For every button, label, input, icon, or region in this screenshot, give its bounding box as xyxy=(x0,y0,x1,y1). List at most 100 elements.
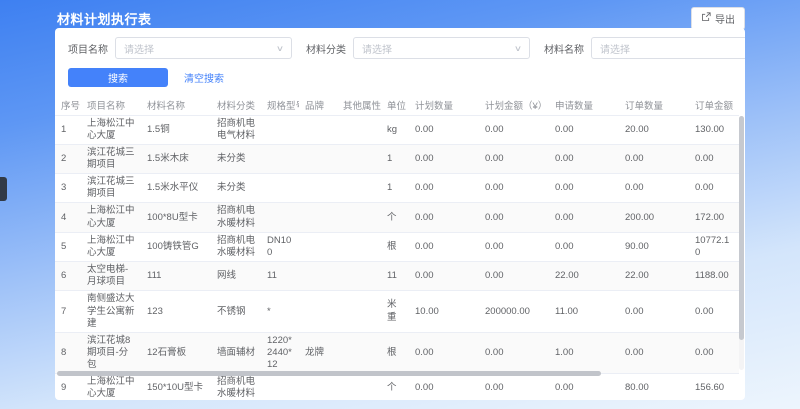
page-title: 材料计划执行表 xyxy=(57,9,152,28)
chevron-down-icon: ∨ xyxy=(276,44,284,53)
cell-apply-qty: 11.00 xyxy=(549,291,619,332)
cell-order-amount: 0.00 xyxy=(689,332,739,373)
cell-index: 2 xyxy=(55,144,81,173)
table-row[interactable]: 4上海松江中心大厦100*8U型卡招商机电 水暖材料个0.000.000.002… xyxy=(55,203,739,232)
vertical-scrollbar-thumb[interactable] xyxy=(739,116,744,340)
cell-material: 150*10U型卡 xyxy=(141,374,211,400)
clear-search-link[interactable]: 清空搜索 xyxy=(184,70,224,85)
cell-plan-amount: 0.00 xyxy=(479,115,549,144)
material-category-label: 材料分类 xyxy=(306,41,346,56)
cell-spec: DN100 xyxy=(261,232,299,261)
materials-table: 序号项目名称材料名称材料分类规格型号品牌其他属性单位计划数量计划金额（¥）申请数… xyxy=(55,95,739,400)
cell-brand: 龙牌 xyxy=(299,332,337,373)
content-card: 项目名称 请选择 ∨ 材料分类 请选择 ∨ 材料名称 请选择 ∨ xyxy=(55,28,745,400)
material-name-placeholder: 请选择 xyxy=(600,41,630,56)
cell-spec xyxy=(261,144,299,173)
table-row[interactable]: 6太空电梯-月球项目111网线11110.000.0022.0022.00118… xyxy=(55,262,739,291)
table-row[interactable]: 1上海松江中心大厦1.5铜招商机电 电气材料kg0.000.000.0020.0… xyxy=(55,115,739,144)
cell-brand xyxy=(299,144,337,173)
export-icon xyxy=(701,12,711,25)
vertical-scrollbar[interactable] xyxy=(739,116,744,370)
cell-material: 123 xyxy=(141,291,211,332)
table-row[interactable]: 9上海松江中心大厦150*10U型卡招商机电 水暖材料个0.000.000.00… xyxy=(55,374,739,400)
collapsed-sidebar-handle[interactable] xyxy=(0,177,7,201)
column-header-unit: 单位 xyxy=(381,95,409,115)
cell-order-qty: 0.00 xyxy=(619,174,689,203)
cell-order-amount: 156.60 xyxy=(689,374,739,400)
material-category-placeholder: 请选择 xyxy=(362,41,392,56)
cell-order-amount: 172.00 xyxy=(689,203,739,232)
cell-plan-qty: 0.00 xyxy=(409,174,479,203)
cell-plan-amount: 0.00 xyxy=(479,262,549,291)
column-header-order-amount: 订单金额（¥） xyxy=(689,95,739,115)
cell-order-amount: 0.00 xyxy=(689,291,739,332)
column-header-apply-qty: 申请数量 xyxy=(549,95,619,115)
cell-index: 6 xyxy=(55,262,81,291)
search-button[interactable]: 搜索 xyxy=(68,68,168,87)
cell-order-amount: 10772.10 xyxy=(689,232,739,261)
cell-apply-qty: 0.00 xyxy=(549,144,619,173)
cell-material: 1.5米水平仪 xyxy=(141,174,211,203)
table-row[interactable]: 8滨江花城8期项目-分包12石膏板墙面辅材1220*2440*12龙牌根0.00… xyxy=(55,332,739,373)
cell-category: 招商机电 水暖材料 xyxy=(211,203,261,232)
cell-plan-amount: 0.00 xyxy=(479,232,549,261)
table-row[interactable]: 7南侧盛达大学生公寓新建123不锈钢*米重10.00200000.0011.00… xyxy=(55,291,739,332)
material-name-select[interactable]: 请选择 ∨ xyxy=(591,37,745,59)
cell-apply-qty: 0.00 xyxy=(549,232,619,261)
cell-project: 上海松江中心大厦 xyxy=(81,232,141,261)
cell-apply-qty: 0.00 xyxy=(549,374,619,400)
cell-order-qty: 80.00 xyxy=(619,374,689,400)
column-header-order-qty: 订单数量 xyxy=(619,95,689,115)
cell-project: 南侧盛达大学生公寓新建 xyxy=(81,291,141,332)
cell-project: 滨江花城三期项目 xyxy=(81,144,141,173)
cell-material: 100*8U型卡 xyxy=(141,203,211,232)
cell-plan-qty: 0.00 xyxy=(409,203,479,232)
cell-brand xyxy=(299,174,337,203)
cell-plan-amount: 0.00 xyxy=(479,374,549,400)
cell-category: 招商机电 电气材料 xyxy=(211,115,261,144)
cell-order-qty: 22.00 xyxy=(619,262,689,291)
project-name-label: 项目名称 xyxy=(68,41,108,56)
material-name-label: 材料名称 xyxy=(544,41,584,56)
table-row[interactable]: 3滨江花城三期项目1.5米水平仪未分类10.000.000.000.000.00 xyxy=(55,174,739,203)
table-row[interactable]: 2滨江花城三期项目1.5米木床未分类10.000.000.000.000.00 xyxy=(55,144,739,173)
cell-attrs xyxy=(337,374,381,400)
cell-index: 1 xyxy=(55,115,81,144)
cell-category: 墙面辅材 xyxy=(211,332,261,373)
cell-order-qty: 90.00 xyxy=(619,232,689,261)
filter-material: 材料名称 请选择 ∨ xyxy=(544,37,745,59)
cell-plan-amount: 0.00 xyxy=(479,332,549,373)
horizontal-scrollbar-thumb[interactable] xyxy=(57,371,601,376)
cell-plan-qty: 0.00 xyxy=(409,262,479,291)
cell-plan-qty: 10.00 xyxy=(409,291,479,332)
cell-unit: kg xyxy=(381,115,409,144)
cell-unit: 个 xyxy=(381,374,409,400)
cell-index: 7 xyxy=(55,291,81,332)
cell-order-qty: 200.00 xyxy=(619,203,689,232)
cell-brand xyxy=(299,203,337,232)
cell-index: 9 xyxy=(55,374,81,400)
cell-index: 3 xyxy=(55,174,81,203)
cell-category: 招商机电 水暖材料 xyxy=(211,374,261,400)
horizontal-scrollbar[interactable] xyxy=(57,371,737,376)
material-category-select[interactable]: 请选择 ∨ xyxy=(353,37,530,59)
project-name-select[interactable]: 请选择 ∨ xyxy=(115,37,292,59)
cell-plan-qty: 0.00 xyxy=(409,144,479,173)
cell-attrs xyxy=(337,291,381,332)
column-header-spec: 规格型号 xyxy=(261,95,299,115)
cell-plan-amount: 0.00 xyxy=(479,203,549,232)
column-header-project: 项目名称 xyxy=(81,95,141,115)
filter-category: 材料分类 请选择 ∨ xyxy=(306,37,530,59)
cell-category: 不锈钢 xyxy=(211,291,261,332)
cell-project: 上海松江中心大厦 xyxy=(81,115,141,144)
export-button[interactable]: 导出 xyxy=(691,7,745,30)
table-body: 1上海松江中心大厦1.5铜招商机电 电气材料kg0.000.000.0020.0… xyxy=(55,115,739,400)
cell-category: 招商机电 水暖材料 xyxy=(211,232,261,261)
cell-brand xyxy=(299,115,337,144)
table-row[interactable]: 5上海松江中心大厦100铸铁管G招商机电 水暖材料DN100根0.000.000… xyxy=(55,232,739,261)
cell-index: 5 xyxy=(55,232,81,261)
cell-project: 太空电梯-月球项目 xyxy=(81,262,141,291)
column-header-plan-qty: 计划数量 xyxy=(409,95,479,115)
cell-material: 12石膏板 xyxy=(141,332,211,373)
cell-attrs xyxy=(337,174,381,203)
